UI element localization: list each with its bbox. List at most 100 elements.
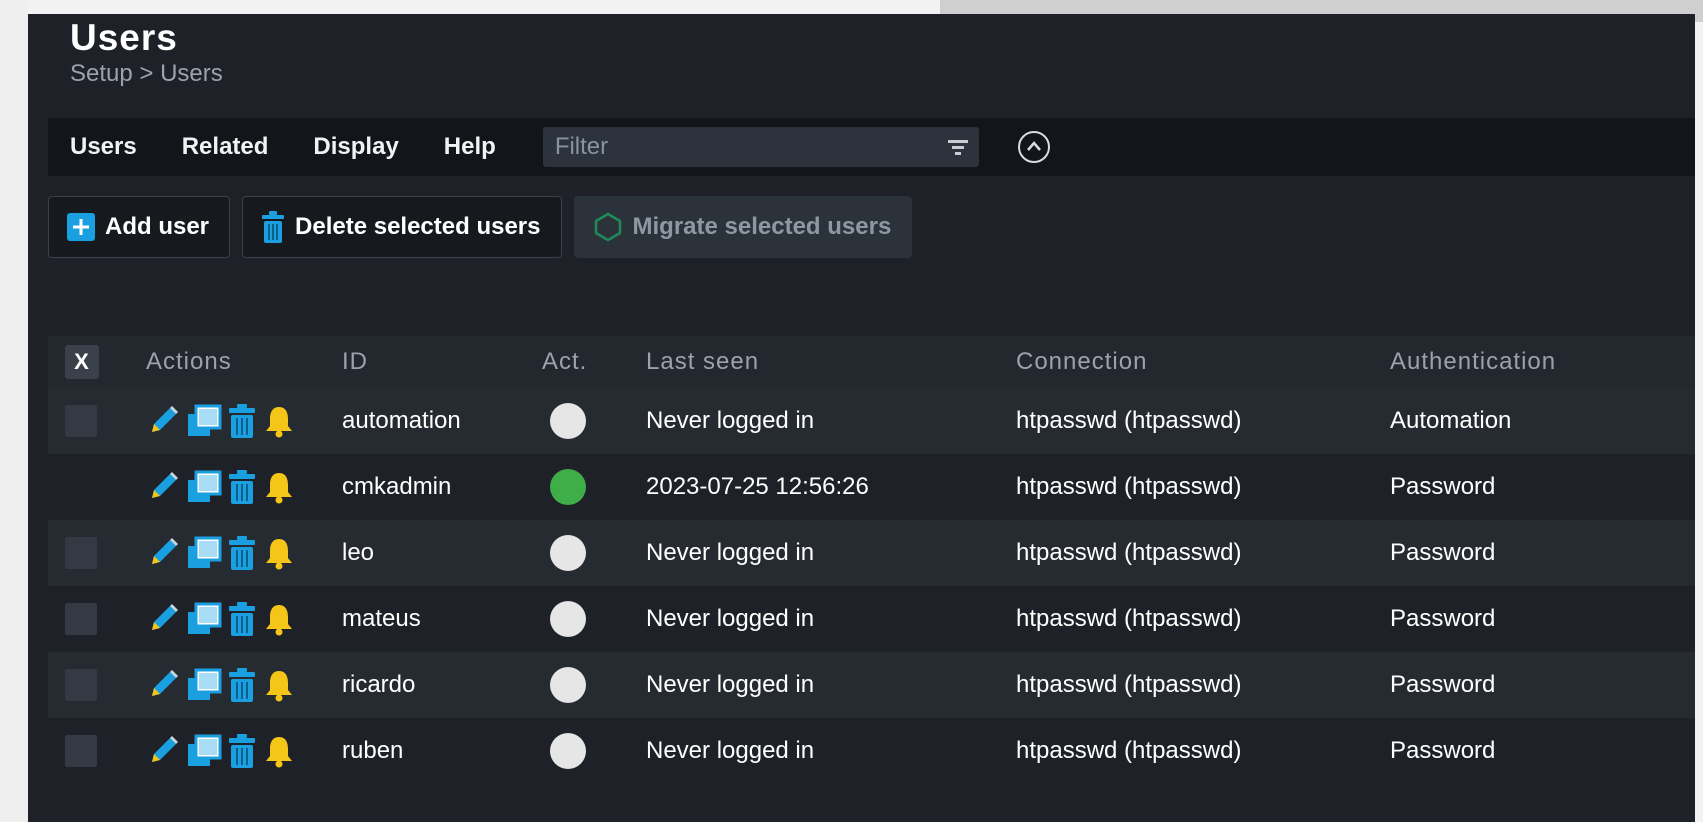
row-checkbox-cell [65,520,97,586]
trash-icon[interactable] [228,602,256,636]
row-checkbox-cell [65,652,97,718]
active-status-indicator [550,403,586,439]
authentication: Password [1390,605,1496,632]
active-status-cell [550,388,586,454]
migrate-selected-label: Migrate selected users [632,213,892,240]
last-seen: Never logged in [646,737,815,764]
connection: htpasswd (htpasswd) [1016,671,1242,698]
delete-selected-users-button[interactable]: Delete selected users [242,196,562,258]
user-id: automation [342,407,461,434]
connection: htpasswd (htpasswd) [1016,605,1242,632]
connection: htpasswd (htpasswd) [1016,737,1242,764]
users-table: X Actions ID Act. Last seen Connection A… [48,336,1695,784]
last-seen: Never logged in [646,671,815,698]
bell-icon[interactable] [262,470,296,504]
clone-icon[interactable] [186,668,222,702]
collapse-icon[interactable] [1017,130,1051,164]
connection: htpasswd (htpasswd) [1016,473,1242,500]
trash-icon[interactable] [228,668,256,702]
authentication: Password [1390,671,1496,698]
trash-icon[interactable] [228,734,256,768]
filter-box [542,127,979,167]
filter-input[interactable] [542,132,937,162]
trash-icon [261,211,285,243]
migrate-selected-users-button[interactable]: Migrate selected users [573,196,913,258]
table-row: ricardo Never logged in htpasswd (htpasswd… [48,652,1695,718]
user-id: ruben [342,737,404,764]
pencil-icon[interactable] [146,470,180,504]
column-id[interactable]: ID [342,348,368,376]
active-status-cell [550,454,586,520]
connection: htpasswd (htpasswd) [1016,539,1242,566]
row-checkbox-cell [65,718,97,784]
plus-icon [67,213,95,241]
column-active[interactable]: Act. [542,348,587,376]
bell-icon[interactable] [262,734,296,768]
connection: htpasswd (htpasswd) [1016,407,1242,434]
user-id: ricardo [342,671,416,698]
authentication: Automation [1390,407,1512,434]
column-authentication[interactable]: Authentication [1390,348,1556,376]
last-seen: Never logged in [646,605,815,632]
table-row: mateus Never logged in htpasswd (htpasswd)… [48,586,1695,652]
active-status-cell [550,652,586,718]
menu-help[interactable]: Help [444,133,496,161]
column-actions: Actions [146,348,232,375]
column-connection[interactable]: Connection [1016,348,1147,376]
active-status-indicator [550,535,586,571]
authentication: Password [1390,539,1496,566]
pencil-icon[interactable] [146,668,180,702]
add-user-label: Add user [105,213,210,240]
bell-icon[interactable] [262,668,296,702]
main-panel: Users Setup > Users Users Related Displa… [28,14,1695,822]
authentication: Password [1390,737,1496,764]
row-checkbox[interactable] [65,603,97,635]
filter-icon[interactable] [947,139,969,155]
header: Users Setup > Users [70,16,223,88]
menu-related[interactable]: Related [182,133,269,161]
row-actions [146,388,302,454]
menu-display[interactable]: Display [313,133,398,161]
last-seen: Never logged in [646,539,815,566]
last-seen: Never logged in [646,407,815,434]
trash-icon[interactable] [228,470,256,504]
column-last-seen[interactable]: Last seen [646,348,759,376]
authentication: Password [1390,473,1496,500]
row-actions [146,454,302,520]
row-checkbox[interactable] [65,735,97,767]
row-checkbox[interactable] [65,537,97,569]
add-user-button[interactable]: Add user [48,196,231,258]
delete-selected-label: Delete selected users [295,213,541,240]
row-checkbox[interactable] [65,405,97,437]
clone-icon[interactable] [186,470,222,504]
menu-users[interactable]: Users [70,133,137,161]
row-checkbox[interactable] [65,669,97,701]
active-status-indicator [550,601,586,637]
hexagon-icon [593,212,623,242]
row-actions [146,652,302,718]
active-status-cell [550,520,586,586]
table-row: automation Never logged in htpasswd (htpas… [48,388,1695,454]
row-checkbox-cell [65,586,97,652]
pencil-icon[interactable] [146,536,180,570]
last-seen: 2023-07-25 12:56:26 [646,473,869,500]
clone-icon[interactable] [186,536,222,570]
row-actions [146,718,302,784]
clone-icon[interactable] [186,734,222,768]
bell-icon[interactable] [262,602,296,636]
table-body: automation Never logged in htpasswd (htpas… [48,388,1695,784]
active-status-cell [550,718,586,784]
select-all-x[interactable]: X [65,345,99,379]
pencil-icon[interactable] [146,602,180,636]
select-all-toggle[interactable]: X [65,345,99,379]
pencil-icon[interactable] [146,734,180,768]
trash-icon[interactable] [228,404,256,438]
clone-icon[interactable] [186,602,222,636]
user-id: cmkadmin [342,473,452,500]
active-status-indicator [550,667,586,703]
trash-icon[interactable] [228,536,256,570]
clone-icon[interactable] [186,404,222,438]
bell-icon[interactable] [262,404,296,438]
bell-icon[interactable] [262,536,296,570]
pencil-icon[interactable] [146,404,180,438]
